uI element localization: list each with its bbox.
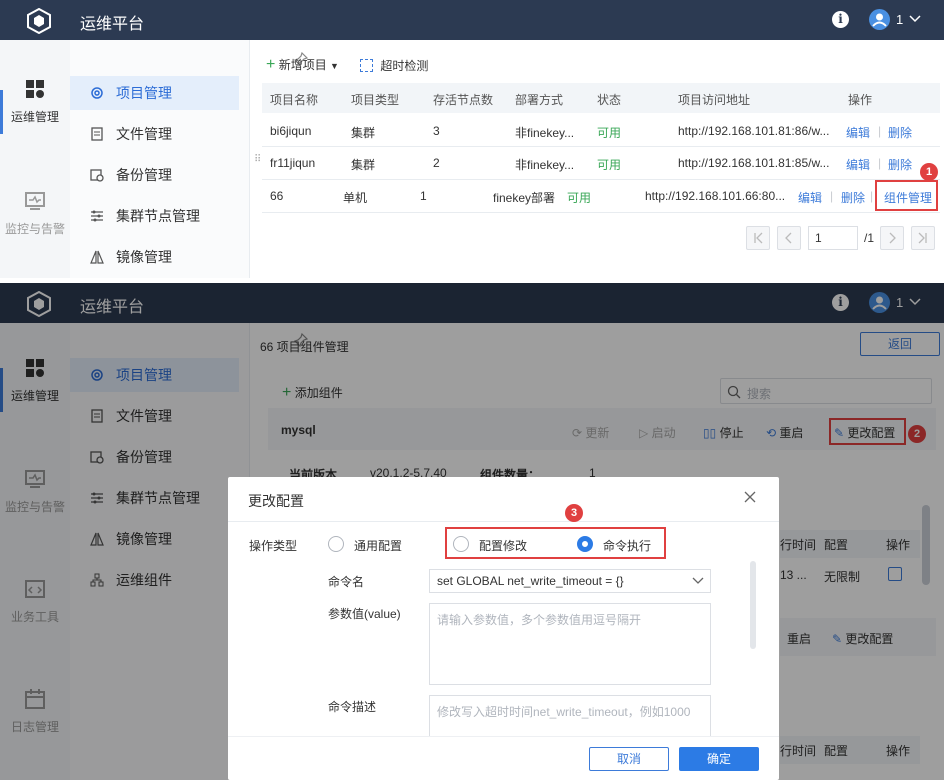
col-nodes: 存活节点数 [433, 93, 494, 107]
scan-icon [360, 59, 373, 72]
side-menu: 项目管理 文件管理 备份管理 集群节点管理 镜像管理 [70, 40, 308, 278]
chevron-down-icon [692, 577, 704, 584]
confirm-button[interactable]: 确定 [679, 747, 759, 771]
page-input[interactable]: 1 [808, 226, 858, 250]
monitor-icon [25, 192, 45, 210]
edit-link[interactable]: 编辑 [846, 124, 870, 141]
menu-item-cluster[interactable]: 集群节点管理 [70, 199, 239, 233]
desc-label: 命令描述 [328, 700, 377, 714]
delete-link[interactable]: 删除 [841, 189, 865, 206]
highlight-box [445, 527, 666, 559]
grid-icon [26, 80, 44, 98]
menu-item-mirror[interactable]: 镜像管理 [70, 240, 239, 274]
side-rail: 运维管理 监控与告警 [0, 40, 70, 278]
user-name[interactable]: 1 [896, 12, 903, 27]
col-status: 状态 [597, 93, 622, 107]
step-badge: 3 [565, 504, 583, 522]
last-page-button[interactable] [911, 226, 935, 250]
col-name: 项目名称 [270, 93, 319, 107]
cancel-button[interactable]: 取消 [589, 747, 669, 771]
command-select[interactable]: set GLOBAL net_write_timeout = {} [429, 569, 711, 593]
close-icon[interactable] [744, 491, 756, 503]
col-url: 项目访问地址 [678, 93, 751, 107]
add-project-button[interactable]: + 新增项目 ▼ [266, 56, 339, 73]
cmd-label: 命令名 [328, 575, 365, 589]
highlight-box [875, 180, 938, 211]
next-page-button[interactable] [880, 226, 904, 250]
gear-icon [91, 87, 103, 99]
page-total: /1 [864, 231, 875, 245]
delete-link[interactable]: 删除 [888, 156, 912, 173]
menu-item-projects[interactable]: 项目管理 [70, 76, 239, 110]
top-bar: 运维平台 i 1 [0, 0, 944, 40]
app-title: 运维平台 [80, 16, 145, 33]
file-icon [91, 127, 103, 141]
sliders-icon [91, 210, 103, 222]
desc-textarea[interactable]: 修改写入超时时间net_write_timeout，例如1000 [429, 695, 711, 737]
first-page-button[interactable] [746, 226, 770, 250]
menu-item-files[interactable]: 文件管理 [70, 117, 239, 151]
edit-link[interactable]: 编辑 [798, 189, 822, 206]
radio-general[interactable] [328, 536, 344, 552]
info-icon[interactable]: i [832, 11, 849, 28]
dialog-title: 更改配置 [248, 493, 304, 509]
menu-item-backup[interactable]: 备份管理 [70, 158, 239, 192]
col-type: 项目类型 [351, 93, 400, 107]
logo-icon [27, 8, 51, 34]
param-textarea[interactable]: 请输入参数值，多个参数值用逗号隔开 [429, 603, 711, 685]
col-actions: 操作 [848, 93, 873, 107]
backup-icon [90, 169, 104, 182]
prev-page-button[interactable] [777, 226, 801, 250]
drag-handle-icon[interactable]: ⠿ [254, 154, 261, 165]
rail-item-ops[interactable]: 运维管理 [0, 78, 70, 125]
op-type-label: 操作类型 [249, 539, 298, 553]
timeout-check-button[interactable]: 超时检测 [360, 57, 428, 74]
rail-item-monitor[interactable]: 监控与告警 [0, 190, 70, 237]
change-config-dialog: 更改配置 操作类型 通用配置 配置修改 命令执行 3 命令名 set GLOBA… [228, 477, 779, 780]
param-label: 参数值(value) [328, 607, 401, 621]
edit-link[interactable]: 编辑 [846, 156, 870, 173]
delete-link[interactable]: 删除 [888, 124, 912, 141]
mirror-icon [90, 250, 104, 264]
avatar[interactable] [869, 9, 890, 30]
col-deploy: 部署方式 [515, 93, 564, 107]
step-badge: 1 [920, 163, 938, 181]
dialog-scrollbar[interactable] [750, 561, 756, 649]
chevron-down-icon[interactable] [909, 14, 921, 24]
